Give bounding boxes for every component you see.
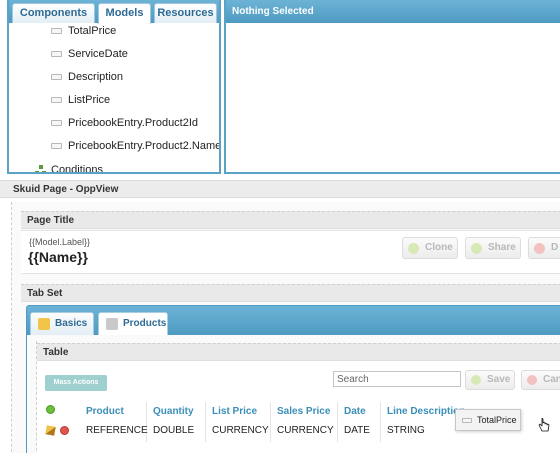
column-header-list-price[interactable]: List Price [212, 406, 257, 417]
cancel-icon [527, 375, 537, 385]
share-label: Share [488, 242, 516, 253]
clone-label: Clone [425, 242, 453, 253]
field-label: Description [68, 71, 124, 83]
field-icon [51, 120, 62, 126]
delete-row-icon[interactable] [60, 426, 69, 435]
tab-basics[interactable]: Basics [30, 312, 94, 336]
save-icon [471, 375, 481, 385]
field-icon [51, 97, 62, 103]
field-item[interactable]: ServiceDate [51, 46, 128, 62]
name-template: {{Name}} [28, 249, 88, 265]
column-header-line-description[interactable]: Line Description [387, 406, 465, 417]
builder-tabbar: Components Models Resources [9, 0, 219, 24]
hand-cursor-icon [538, 418, 550, 432]
basics-icon [38, 318, 50, 330]
conditions-node[interactable]: Conditions [35, 164, 103, 174]
builder-panel: Components Models Resources TotalPrice S… [7, 0, 221, 174]
conditions-icon [35, 165, 46, 172]
column-header-quantity[interactable]: Quantity [153, 406, 194, 417]
field-label: PricebookEntry.Product2.Name [68, 140, 221, 152]
save-button[interactable]: Save [465, 370, 515, 390]
column-header-sales-price[interactable]: Sales Price [277, 406, 330, 417]
cell-list-price: CURRENCY [212, 425, 269, 436]
products-icon [106, 318, 118, 330]
cancel-label: Can [543, 374, 560, 385]
tab-products-label: Products [123, 318, 167, 329]
column-header-date[interactable]: Date [344, 406, 366, 417]
field-item[interactable]: ListPrice [51, 92, 110, 108]
save-label: Save [487, 374, 511, 385]
column-divider [205, 402, 206, 442]
page-name-bar: Skuid Page - OppView [0, 180, 560, 198]
tab-basics-label: Basics [55, 318, 88, 329]
tab-products[interactable]: Products [98, 312, 168, 336]
cell-sales-price: CURRENCY [277, 425, 334, 436]
page-title-component-header[interactable]: Page Title [21, 211, 560, 229]
edit-row-icon[interactable] [45, 425, 56, 436]
properties-title: Nothing Selected [226, 0, 560, 23]
tab-resources[interactable]: Resources [154, 3, 217, 23]
column-divider [380, 402, 381, 442]
field-item[interactable]: TotalPrice [51, 23, 116, 39]
table-component-header[interactable]: Table [37, 343, 560, 361]
field-label: ListPrice [68, 94, 111, 106]
share-icon [471, 243, 482, 254]
field-icon [51, 74, 62, 80]
tab-models[interactable]: Models [98, 3, 151, 24]
field-label: TotalPrice [68, 25, 117, 37]
cell-date: DATE [344, 425, 370, 436]
field-item[interactable]: Description [51, 69, 123, 85]
cell-product: REFERENCE [86, 425, 148, 436]
field-item[interactable]: PricebookEntry.Product2Id [51, 115, 198, 131]
clone-icon [408, 243, 419, 254]
field-icon [462, 417, 472, 423]
column-divider [337, 402, 338, 442]
field-icon [51, 28, 62, 34]
delete-icon [534, 243, 545, 254]
field-label: ServiceDate [68, 48, 128, 60]
mass-actions-button[interactable]: Mass Actions [45, 375, 107, 391]
delete-label: D [551, 242, 559, 253]
model-label-template: {{Model.Label}} [29, 237, 91, 247]
field-item[interactable]: PricebookEntry.Product2.Name [51, 138, 221, 154]
column-header-product[interactable]: Product [86, 406, 124, 417]
field-icon [51, 143, 62, 149]
delete-button[interactable]: D [528, 237, 560, 259]
cell-quantity: DOUBLE [153, 425, 195, 436]
clone-button[interactable]: Clone [402, 237, 458, 259]
add-row-icon[interactable] [46, 405, 55, 414]
tab-set-tabbar: Basics Products [26, 305, 560, 336]
dragged-field[interactable]: TotalPrice [455, 409, 521, 431]
field-icon [51, 51, 62, 57]
conditions-label: Conditions [51, 164, 103, 174]
cell-line-description: STRING [387, 425, 425, 436]
share-button[interactable]: Share [465, 237, 521, 259]
cancel-button[interactable]: Can [521, 370, 560, 390]
properties-panel: Nothing Selected [224, 0, 560, 174]
field-label: PricebookEntry.Product2Id [68, 117, 199, 129]
tab-set-component-header[interactable]: Tab Set [21, 284, 560, 302]
search-input[interactable] [333, 371, 461, 387]
dragged-field-label: TotalPrice [477, 415, 517, 425]
tab-components[interactable]: Components [12, 3, 95, 23]
column-divider [270, 402, 271, 442]
column-divider [146, 402, 147, 442]
